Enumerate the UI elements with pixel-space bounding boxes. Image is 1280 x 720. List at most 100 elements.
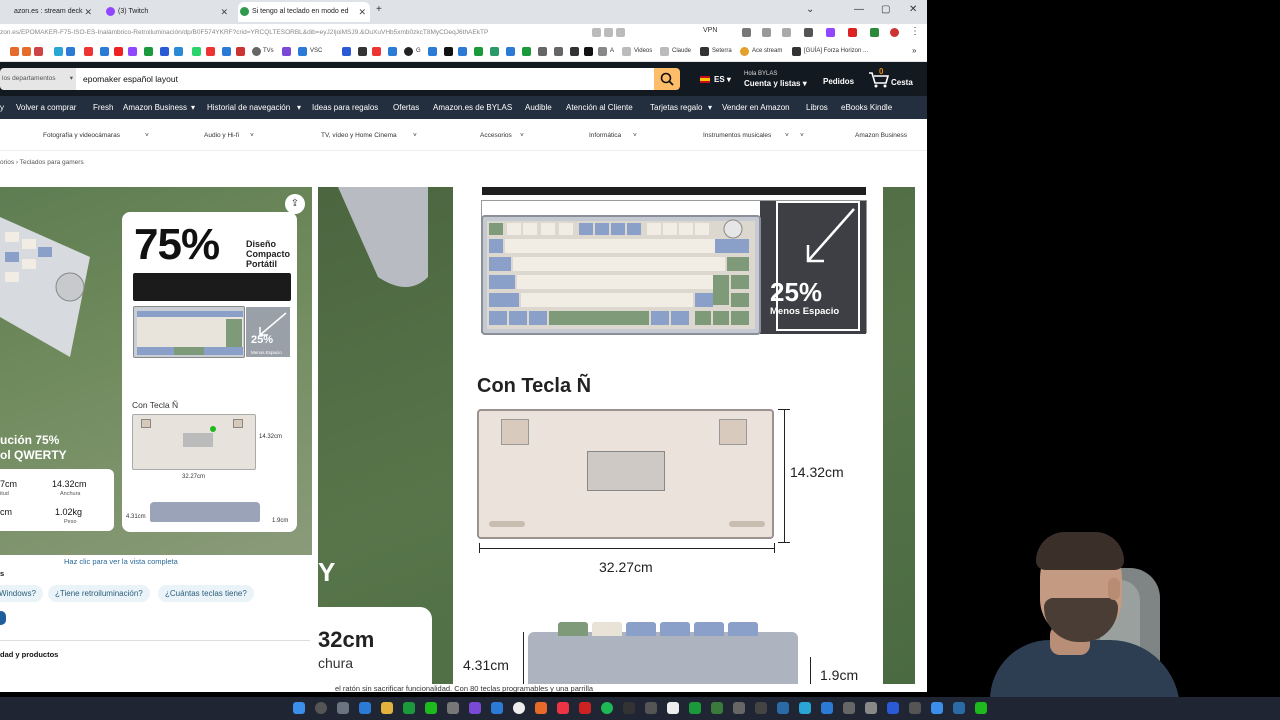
bookmark-label[interactable]: Seterra <box>712 48 732 54</box>
bookmark-icon[interactable] <box>554 47 563 56</box>
bookmark-icon[interactable] <box>66 47 75 56</box>
vpn-badge[interactable]: VPN <box>703 27 717 34</box>
bookmark-icon[interactable] <box>54 47 63 56</box>
scroll-button[interactable] <box>0 611 6 625</box>
bookmark-icon[interactable] <box>22 47 31 56</box>
shield-icon[interactable] <box>848 28 857 37</box>
vscode-icon[interactable] <box>298 47 307 56</box>
bookmark-icon[interactable] <box>372 47 381 56</box>
account-menu[interactable]: Cuenta y listas ▾ <box>744 79 807 88</box>
avatar[interactable] <box>890 28 899 37</box>
nav-item[interactable]: Atención al Cliente <box>566 103 633 112</box>
question-chip[interactable]: Windows? <box>0 585 43 602</box>
folder-icon[interactable] <box>381 702 393 714</box>
app-icon[interactable] <box>689 702 701 714</box>
close-icon[interactable]: ✕ <box>220 2 228 22</box>
app-icon[interactable] <box>535 702 547 714</box>
more-bookmarks-icon[interactable]: » <box>912 46 916 55</box>
bookmark-icon[interactable] <box>222 47 231 56</box>
nav-item[interactable]: Historial de navegación <box>207 103 290 112</box>
tab-amazon[interactable]: azon.es : stream deck ✕ <box>0 2 96 22</box>
nav-item[interactable]: Audible <box>525 103 552 112</box>
nav-item[interactable]: eBooks Kindle <box>841 103 892 112</box>
app-icon[interactable] <box>447 702 459 714</box>
bookmark-icon[interactable] <box>160 47 169 56</box>
widgets-icon[interactable] <box>359 702 371 714</box>
bookmark-icon[interactable] <box>100 47 109 56</box>
twitch-icon[interactable] <box>826 28 835 37</box>
extension-icon[interactable] <box>782 28 791 37</box>
app-icon[interactable] <box>733 702 745 714</box>
bookmark-icon[interactable] <box>282 47 291 56</box>
bookmark-icon[interactable] <box>342 47 351 56</box>
globe-icon[interactable] <box>252 47 261 56</box>
app-icon[interactable] <box>623 702 635 714</box>
bookmark-icon[interactable] <box>792 47 801 56</box>
app-icon[interactable] <box>799 702 811 714</box>
close-window-icon[interactable]: ✕ <box>909 4 917 15</box>
app-icon[interactable] <box>557 702 569 714</box>
folder-icon[interactable] <box>660 47 669 56</box>
app-icon[interactable] <box>909 702 921 714</box>
app-icon[interactable] <box>887 702 899 714</box>
bookmark-icon[interactable] <box>10 47 19 56</box>
bookmark-label[interactable]: Videos <box>634 48 652 54</box>
bookmark-icon[interactable] <box>428 47 437 56</box>
app-icon[interactable] <box>579 702 591 714</box>
url-field[interactable]: zon.es/EPOMAKER-F75-ISO-ES-Inalámbrico-R… <box>0 27 580 39</box>
github-icon[interactable] <box>404 47 413 56</box>
bookmark-icon[interactable] <box>388 47 397 56</box>
bookmark-icon[interactable] <box>84 47 93 56</box>
extension-icon[interactable] <box>762 28 771 37</box>
zoom-viewer[interactable]: Y 32cm chura 25% Menos Espacio Con Tecla… <box>318 187 915 684</box>
app-icon[interactable] <box>667 702 679 714</box>
bookmark-label[interactable]: G <box>416 48 421 54</box>
app-icon[interactable] <box>931 702 943 714</box>
new-tab-icon[interactable]: + <box>376 4 382 15</box>
nav-item[interactable]: Fresh <box>93 103 113 112</box>
bookmark-icon[interactable] <box>490 47 499 56</box>
bookmark-label[interactable]: TVs <box>263 48 274 54</box>
share-icon[interactable]: ⇪ <box>285 194 305 214</box>
app-icon[interactable] <box>513 702 525 714</box>
folder-icon[interactable] <box>598 47 607 56</box>
spotify-icon[interactable] <box>601 702 613 714</box>
question-chip[interactable]: ¿Cuántas teclas tiene? <box>158 585 254 602</box>
search-icon[interactable] <box>315 702 327 714</box>
cart-label[interactable]: Cesta <box>891 78 913 87</box>
bookmark-icon[interactable] <box>206 47 215 56</box>
star-icon[interactable] <box>616 28 625 37</box>
app-icon[interactable] <box>821 702 833 714</box>
app-icon[interactable] <box>403 702 415 714</box>
bookmark-icon[interactable] <box>192 47 201 56</box>
bookmark-icon[interactable] <box>34 47 43 56</box>
department-select[interactable]: los departamentos ▾ <box>0 68 76 90</box>
question-chip[interactable]: ¿Tiene retroiluminación? <box>48 585 150 602</box>
app-icon[interactable] <box>975 702 987 714</box>
cast-icon[interactable] <box>604 28 613 37</box>
app-icon[interactable] <box>865 702 877 714</box>
subnav-item[interactable]: TV, vídeo y Home Cinema <box>321 132 397 139</box>
youtube-icon[interactable] <box>114 47 123 56</box>
bookmark-icon[interactable] <box>458 47 467 56</box>
nav-item[interactable]: Libros <box>806 103 828 112</box>
extension-icon[interactable] <box>870 28 879 37</box>
bookmark-icon[interactable] <box>444 47 453 56</box>
full-view-link[interactable]: Haz clic para ver la vista completa <box>64 557 178 566</box>
app-icon[interactable] <box>953 702 965 714</box>
bookmark-label[interactable]: Claude <box>672 48 691 54</box>
bookmark-icon[interactable] <box>570 47 579 56</box>
search-button[interactable] <box>654 68 680 90</box>
bookmark-icon[interactable] <box>474 47 483 56</box>
tab-active[interactable]: Si tengo al teclado en modo ed ✕ <box>238 2 370 22</box>
nav-item[interactable]: Tarjetas regalo <box>650 103 702 112</box>
bookmark-icon[interactable] <box>358 47 367 56</box>
bookmark-icon[interactable] <box>522 47 531 56</box>
bookmark-icon[interactable] <box>538 47 547 56</box>
nav-item[interactable]: Ideas para regalos <box>312 103 378 112</box>
twitch-icon[interactable] <box>128 47 137 56</box>
subnav-item[interactable]: Fotografía y videocámaras <box>43 132 120 139</box>
app-icon[interactable] <box>469 702 481 714</box>
start-icon[interactable] <box>293 702 305 714</box>
app-icon[interactable] <box>645 702 657 714</box>
